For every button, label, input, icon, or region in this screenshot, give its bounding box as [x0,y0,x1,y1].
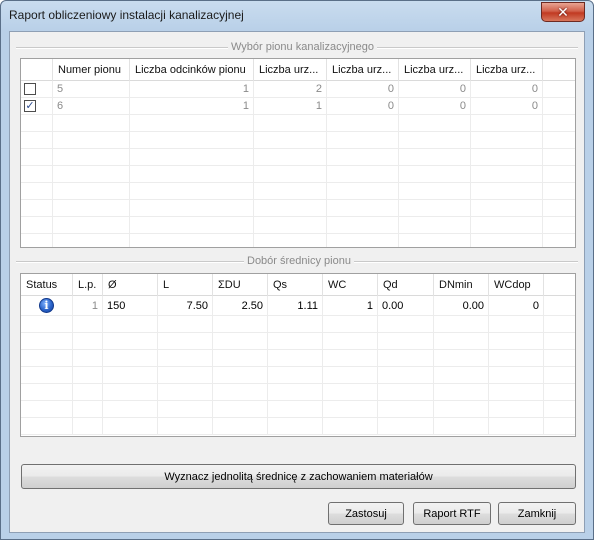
empty-row [21,384,575,401]
empty-row [21,217,575,234]
title-bar[interactable]: Raport obliczeniowy instalacji kanalizac… [1,1,593,31]
column-header-wcdop[interactable]: WCdop [489,274,544,296]
info-icon[interactable]: i [39,298,54,313]
table-row[interactable]: 5 1 2 0 0 0 [21,81,575,98]
empty-row [21,401,575,418]
empty-row [21,316,575,333]
dialog-window: Raport obliczeniowy instalacji kanalizac… [0,0,594,540]
riser-number: 6 [53,98,130,115]
group-separator [350,261,578,263]
group-separator [370,47,578,49]
table-row[interactable]: ✓ 6 1 1 0 0 0 [21,98,575,115]
group-separator [16,47,228,49]
column-header-segment-count[interactable]: Liczba odcinków pionu [130,59,254,81]
rtf-report-button[interactable]: Raport RTF [413,502,491,525]
group-label-riser-selection: Wybór pionu kanalizacyjnego [228,40,377,54]
riser-selection-grid[interactable]: Numer pionu Liczba odcinków pionu Liczba… [20,58,576,248]
diameter-selection-grid[interactable]: Status L.p. Ø L ΣDU Qs WC Qd DNmin WCdop… [20,273,576,437]
fixture-count-4: 0 [471,81,543,98]
riser-grid-body: 5 1 2 0 0 0 ✓ 6 1 1 0 0 0 [21,81,575,247]
riser-number: 5 [53,81,130,98]
column-header-fixture-count-1[interactable]: Liczba urz... [254,59,327,81]
column-header-fixture-count-3[interactable]: Liczba urz... [399,59,471,81]
window-title: Raport obliczeniowy instalacji kanalizac… [9,8,244,22]
empty-row [21,183,575,200]
wcdop-value: 0 [489,296,544,316]
riser-checkbox[interactable] [24,83,36,95]
length-value: 7.50 [158,296,213,316]
column-header-fixture-count-2[interactable]: Liczba urz... [327,59,399,81]
empty-row [21,234,575,247]
empty-row [21,333,575,350]
empty-row [21,200,575,217]
sum-du-value: 2.50 [213,296,268,316]
column-header-sum-du[interactable]: ΣDU [213,274,268,296]
column-header-fixture-count-4[interactable]: Liczba urz... [471,59,543,81]
diameter-value: 150 [103,296,158,316]
fixture-count-3: 0 [399,81,471,98]
close-window-button[interactable]: ✕ [541,2,585,22]
wc-value: 1 [323,296,378,316]
fixture-count-1: 2 [254,81,327,98]
close-button[interactable]: Zamknij [498,502,576,525]
qs-value: 1.11 [268,296,323,316]
empty-row [21,149,575,166]
column-header-wc[interactable]: WC [323,274,378,296]
column-header-check [21,59,53,81]
status-cell: i [21,296,73,316]
column-header-qs[interactable]: Qs [268,274,323,296]
close-icon: ✕ [557,3,569,20]
row-check-cell: ✓ [21,98,53,115]
dialog-client-area: Wybór pionu kanalizacyjnego Numer pionu … [9,31,585,533]
segment-count: 1 [130,98,254,115]
table-row[interactable]: i 1 150 7.50 2.50 1.11 1 0.00 0.00 0 [21,296,575,316]
fixture-count-2: 0 [327,98,399,115]
group-label-diameter-selection: Dobór średnicy pionu [244,254,354,268]
fixture-count-2: 0 [327,81,399,98]
empty-row [21,115,575,132]
dnmin-value: 0.00 [434,296,489,316]
column-header-length[interactable]: L [158,274,213,296]
qd-value: 0.00 [378,296,434,316]
column-header-qd[interactable]: Qd [378,274,434,296]
apply-button[interactable]: Zastosuj [328,502,404,525]
fixture-count-4: 0 [471,98,543,115]
row-number: 1 [73,296,103,316]
group-separator [16,261,245,263]
riser-grid-header: Numer pionu Liczba odcinków pionu Liczba… [21,59,575,81]
riser-checkbox[interactable]: ✓ [24,100,36,112]
fixture-count-3: 0 [399,98,471,115]
fixture-count-1: 1 [254,98,327,115]
empty-row [21,367,575,384]
empty-row [21,350,575,367]
column-header-status[interactable]: Status [21,274,73,296]
empty-row [21,132,575,149]
unify-diameter-button[interactable]: Wyznacz jednolitą średnicę z zachowaniem… [21,464,576,489]
segment-count: 1 [130,81,254,98]
diameter-grid-body: i 1 150 7.50 2.50 1.11 1 0.00 0.00 0 [21,296,575,436]
empty-row [21,166,575,183]
column-header-lp[interactable]: L.p. [73,274,103,296]
empty-row [21,418,575,435]
column-header-diameter[interactable]: Ø [103,274,158,296]
row-check-cell [21,81,53,98]
column-header-dnmin[interactable]: DNmin [434,274,489,296]
diameter-grid-header: Status L.p. Ø L ΣDU Qs WC Qd DNmin WCdop [21,274,575,296]
column-header-riser-number[interactable]: Numer pionu [53,59,130,81]
